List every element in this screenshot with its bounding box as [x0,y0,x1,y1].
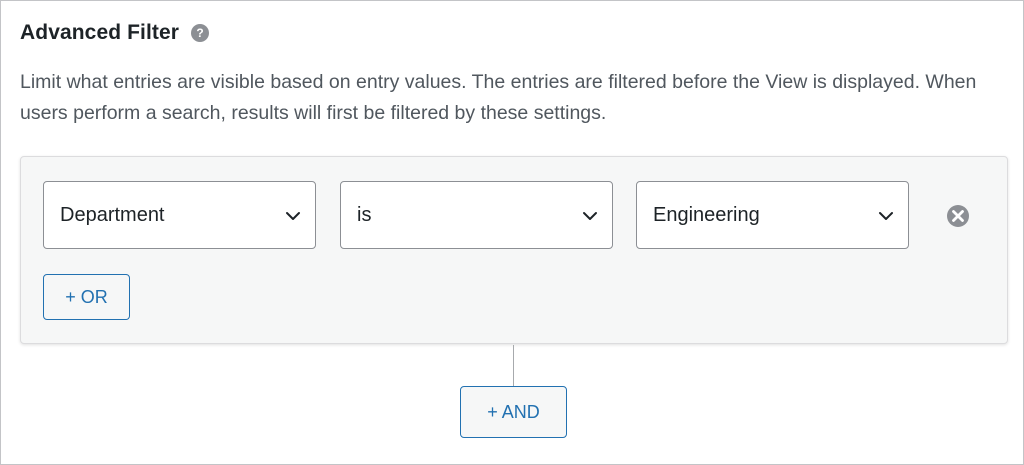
question-mark-icon[interactable]: ? [191,24,210,42]
operator-select-value: is [357,203,372,226]
add-and-button[interactable]: + AND [460,386,567,438]
field-select[interactable]: Department [43,181,316,249]
circle-x-icon[interactable] [946,204,970,228]
panel-description: Limit what entries are visible based on … [20,71,977,124]
add-or-button[interactable]: + OR [43,274,130,320]
value-select[interactable]: Engineering [636,181,909,249]
connector-line [513,345,514,386]
value-select-value: Engineering [653,203,760,226]
panel-title: Advanced Filter [20,21,180,44]
operator-select[interactable]: is [340,181,613,249]
title-row: Advanced Filter ? [20,20,210,46]
filter-condition-group: Department is Engineering + OR [20,156,1008,344]
chevron-down-icon [286,212,300,220]
field-select-value: Department [60,203,165,226]
advanced-filter-panel: Advanced Filter ? Limit what entries are… [0,0,1024,465]
chevron-down-icon [583,212,597,220]
chevron-down-icon [879,212,893,220]
